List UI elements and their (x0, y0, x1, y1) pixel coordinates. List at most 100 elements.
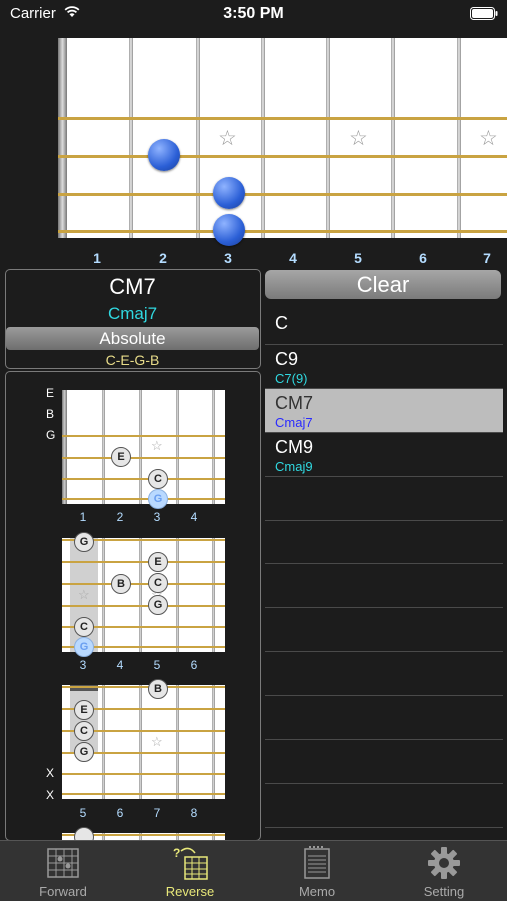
fret-number: 4 (116, 658, 124, 672)
list-divider (265, 827, 503, 828)
tab-bar: Forward ? Reverse Memo Setting (0, 840, 507, 901)
fret-number: 1 (79, 510, 87, 524)
fret-marker-icon: ☆ (151, 438, 163, 453)
absolute-mode-button[interactable]: Absolute (6, 327, 259, 350)
chord-diagram[interactable]: ☆ E C G (62, 390, 225, 509)
fret-number: 8 (190, 806, 198, 820)
note-dot: G (148, 595, 168, 615)
list-divider (265, 651, 503, 652)
status-bar: Carrier 3:50 PM (0, 0, 507, 28)
status-time: 3:50 PM (223, 5, 284, 22)
muted-string-label: X (46, 788, 55, 802)
chord-list-item[interactable]: C (265, 301, 503, 345)
fretboard-grid-icon (47, 848, 79, 878)
fret-number: 3 (153, 510, 161, 524)
chord-list-item[interactable]: C9 C7(9) (265, 345, 503, 389)
fret-wire (102, 390, 105, 504)
fret-marker-icon: ☆ (349, 127, 368, 150)
fret-number: 6 (419, 250, 427, 266)
string (62, 793, 225, 795)
string (62, 561, 225, 563)
fretted-note[interactable] (213, 214, 245, 246)
fretted-note[interactable] (213, 177, 245, 209)
nut (62, 390, 67, 504)
chord-list-item[interactable]: CM9 Cmaj9 (265, 433, 503, 477)
fret-number: 2 (159, 250, 167, 266)
fret-marker-icon: ☆ (479, 127, 498, 150)
chord-name: CM7 (109, 274, 156, 299)
list-divider (265, 783, 503, 784)
fret-number: 1 (93, 250, 101, 266)
battery-icon (470, 7, 498, 20)
string (58, 117, 507, 120)
chord-list-name: C9 (275, 349, 299, 369)
fret-wire (212, 538, 215, 652)
list-divider (265, 520, 503, 521)
tab-reverse[interactable]: ? Reverse (127, 841, 253, 901)
fret-wire (212, 390, 215, 504)
chord-list-alias: Cmaj9 (275, 459, 313, 474)
note-dot: C (148, 469, 168, 489)
note-dot: B (111, 574, 131, 594)
chord-list-alias: Cmaj7 (275, 415, 313, 430)
string (58, 155, 507, 158)
muted-string-label: X (46, 766, 55, 780)
nut (58, 38, 67, 238)
fret-number: 7 (153, 806, 161, 820)
chord-diagrams-panel[interactable]: E B G ☆ E C G 1 2 3 4 ☆ ☆ G B E C (5, 371, 261, 841)
reverse-lookup-icon: ? (173, 846, 208, 880)
note-dot: B (148, 679, 168, 699)
chord-list-name: CM7 (275, 393, 314, 413)
string (62, 605, 225, 607)
chord-notes: C-E-G-B (105, 352, 160, 368)
string (62, 583, 225, 585)
string (62, 773, 225, 775)
string (62, 478, 225, 480)
note-dot (74, 827, 94, 840)
string (62, 457, 225, 459)
tab-forward[interactable]: Forward (0, 841, 126, 901)
note-dot: E (111, 447, 131, 467)
chord-list-name: CM9 (275, 437, 314, 457)
note-dot: G (74, 532, 94, 552)
string (58, 230, 507, 233)
list-divider (265, 739, 503, 740)
fret-marker-icon: ☆ (151, 734, 163, 749)
string (58, 193, 507, 196)
fretted-note[interactable] (148, 139, 180, 171)
list-divider (265, 563, 503, 564)
fret-number: 6 (190, 658, 198, 672)
fret-wire (139, 685, 142, 799)
fret-number: 4 (190, 510, 198, 524)
tab-setting[interactable]: Setting (381, 841, 507, 901)
fret-wire (176, 685, 179, 799)
main-fretboard[interactable]: ☆ ☆ ☆ (58, 38, 507, 246)
clear-button[interactable]: Clear (265, 270, 501, 299)
fret-wire (261, 38, 265, 238)
fret-wire (212, 685, 215, 799)
fret-wire (457, 38, 461, 238)
chord-list-alias: C7(9) (275, 371, 308, 386)
fret-marker-icon: ☆ (78, 587, 90, 602)
note-dot: C (74, 617, 94, 637)
string-label: E (46, 386, 55, 400)
fret-wire (176, 390, 179, 504)
tab-label: Forward (39, 884, 87, 899)
fret-wire (139, 390, 142, 504)
gear-icon (428, 847, 460, 879)
fret-number: 5 (79, 806, 87, 820)
note-dot: C (148, 573, 168, 593)
fret-wire (391, 38, 395, 238)
tab-memo[interactable]: Memo (254, 841, 380, 901)
fret-wire (326, 38, 330, 238)
chord-diagram[interactable]: ☆ ☆ G B E C G C G (62, 532, 225, 657)
fret-number: 6 (116, 806, 124, 820)
chord-diagram[interactable]: ☆ B E C G (62, 679, 225, 799)
string (62, 498, 225, 500)
list-divider (265, 607, 503, 608)
fret-number: 5 (354, 250, 362, 266)
fret-number: 2 (116, 510, 124, 524)
tab-label: Setting (423, 884, 465, 899)
chord-list-item-selected[interactable]: CM7 Cmaj7 (265, 389, 503, 433)
fret-number: 4 (289, 250, 297, 266)
